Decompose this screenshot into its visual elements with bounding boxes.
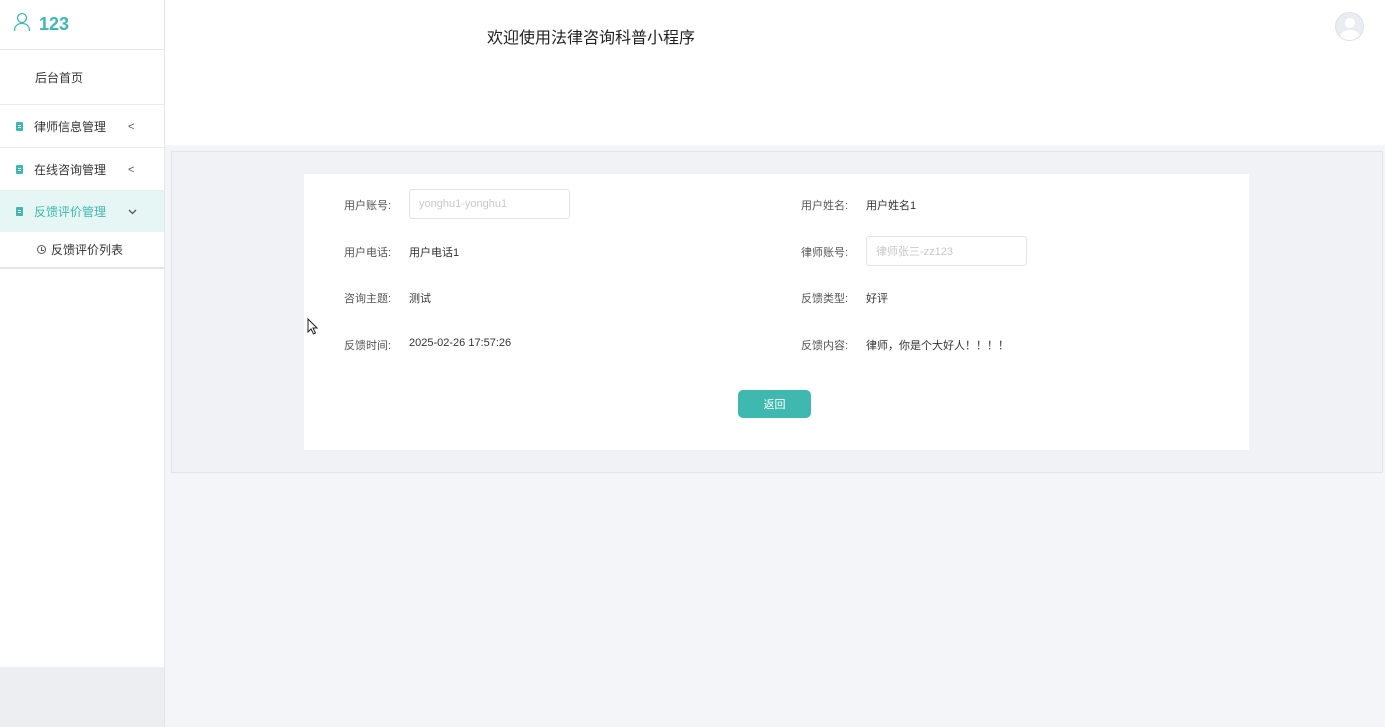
sidebar-item-feedback[interactable]: 反馈评价管理 bbox=[0, 191, 164, 232]
chevron-left-icon: < bbox=[128, 163, 135, 176]
clock-icon bbox=[37, 245, 46, 254]
page-title: 欢迎使用法律咨询科普小程序 bbox=[487, 30, 696, 47]
avatar[interactable] bbox=[1335, 12, 1364, 41]
feedback-type-label: 反馈类型: bbox=[801, 293, 849, 305]
feedback-time-label: 反馈时间: bbox=[344, 340, 392, 352]
header: 欢迎使用法律咨询科普小程序 bbox=[165, 0, 1385, 145]
username: 123 bbox=[39, 14, 70, 34]
feedback-time-value: 2025-02-26 17:57:26 bbox=[409, 337, 512, 349]
user-name-label: 用户姓名: bbox=[801, 200, 849, 212]
chevron-left-icon: < bbox=[128, 120, 135, 133]
sidebar-item-label: 后台首页 bbox=[35, 71, 84, 85]
consult-topic-value: 测试 bbox=[409, 293, 431, 305]
sidebar-subitem-label: 反馈评价列表 bbox=[51, 243, 124, 257]
sidebar-item-label: 在线咨询管理 bbox=[34, 163, 107, 177]
mouse-cursor-icon bbox=[307, 317, 319, 340]
user-name-value: 用户姓名1 bbox=[866, 200, 917, 212]
document-icon bbox=[16, 207, 23, 216]
user-phone-label: 用户电话: bbox=[344, 247, 392, 259]
brand: 123 bbox=[0, 0, 164, 50]
sidebar-item-home[interactable]: 后台首页 bbox=[0, 51, 164, 105]
back-button[interactable]: 返回 bbox=[738, 390, 811, 418]
lawyer-account-label: 律师账号: bbox=[801, 247, 849, 259]
feedback-type-value: 好评 bbox=[866, 293, 888, 305]
document-icon bbox=[16, 165, 23, 174]
chevron-down-icon bbox=[128, 206, 137, 218]
sidebar-item-label: 反馈评价管理 bbox=[34, 205, 107, 219]
lawyer-account-field[interactable]: 律师张三-zz123 bbox=[866, 236, 1027, 266]
user-phone-value: 用户电话1 bbox=[409, 247, 460, 259]
feedback-content-label: 反馈内容: bbox=[801, 340, 849, 352]
document-icon bbox=[16, 122, 23, 131]
user-icon bbox=[13, 12, 31, 37]
feedback-content-value: 律师，你是个大好人！！！！ bbox=[866, 340, 1009, 352]
sidebar: 123 后台首页 律师信息管理 < 在线咨询管理 < 反馈评价管理 反馈评价列表 bbox=[0, 0, 165, 727]
consult-topic-label: 咨询主题: bbox=[344, 293, 392, 305]
user-account-field[interactable]: yonghu1-yonghu1 bbox=[409, 189, 570, 219]
user-account-label: 用户账号: bbox=[344, 200, 392, 212]
sidebar-item-lawyer-info[interactable]: 律师信息管理 < bbox=[0, 106, 164, 148]
sidebar-subitem-feedback-list[interactable]: 反馈评价列表 bbox=[0, 232, 164, 269]
sidebar-item-online-consult[interactable]: 在线咨询管理 < bbox=[0, 149, 164, 191]
sidebar-item-label: 律师信息管理 bbox=[34, 120, 107, 134]
